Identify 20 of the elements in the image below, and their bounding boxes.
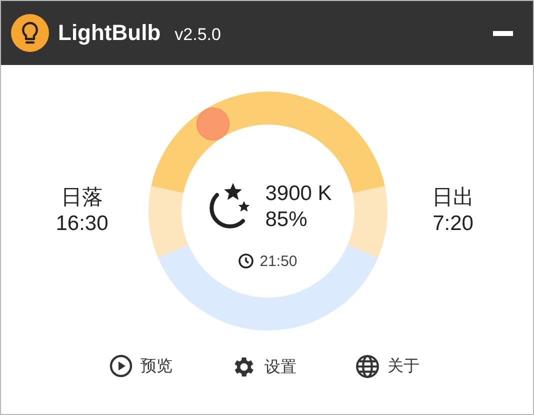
app-version: v2.5.0 bbox=[174, 24, 221, 44]
play-icon bbox=[108, 354, 132, 378]
about-button[interactable]: 关于 bbox=[350, 352, 424, 381]
transition-ring-segment bbox=[346, 187, 387, 257]
minimize-button[interactable] bbox=[493, 30, 513, 36]
app-title: LightBulb bbox=[58, 20, 161, 46]
preview-button[interactable]: 预览 bbox=[104, 352, 176, 380]
time-slider-handle[interactable] bbox=[196, 108, 229, 140]
current-time: 21:50 bbox=[260, 252, 298, 270]
transition-ring-segment bbox=[148, 187, 188, 257]
brightness-value: 85% bbox=[265, 206, 308, 232]
sunset-time: 16:30 bbox=[56, 211, 108, 237]
sunrise-time: 7:20 bbox=[432, 211, 474, 237]
globe-icon bbox=[354, 354, 380, 379]
lightbulb-logo-icon bbox=[11, 14, 49, 52]
sunrise-label: 日出 bbox=[432, 185, 474, 211]
sunset-label: 日落 bbox=[61, 185, 103, 211]
clock-icon bbox=[238, 253, 254, 269]
settings-button[interactable]: 设置 bbox=[226, 352, 300, 382]
color-temperature: 3900 K bbox=[265, 180, 332, 206]
